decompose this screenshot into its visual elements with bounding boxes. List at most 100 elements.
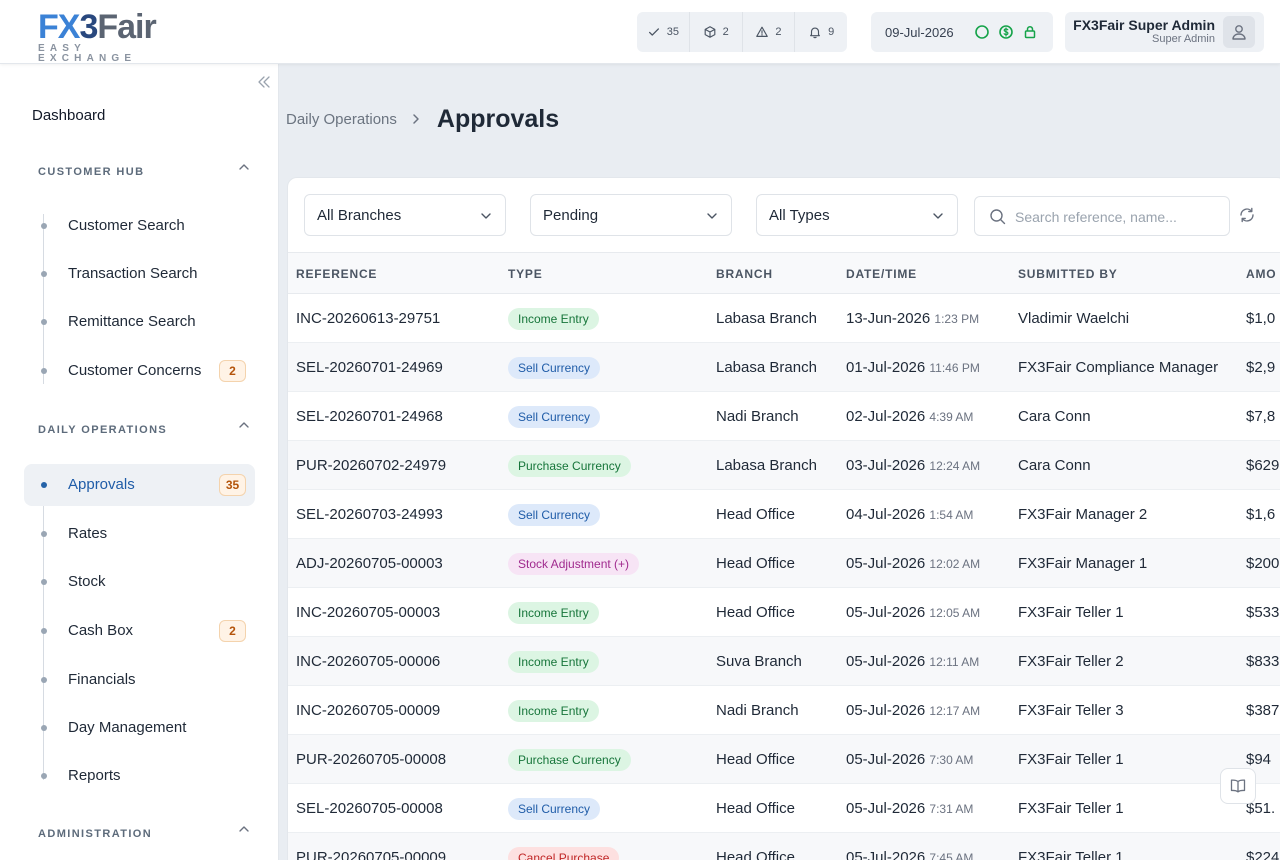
alerts-counter[interactable]: 2 <box>743 12 796 52</box>
column-header-datetime[interactable]: DATE/TIME <box>846 267 917 281</box>
count-badge: 2 <box>219 360 246 382</box>
table-row[interactable]: ADJ-20260705-00003 Stock Adjustment (+) He… <box>288 539 1280 588</box>
date-text: 05-Jul-2026 <box>846 849 926 860</box>
refresh-icon[interactable] <box>1238 206 1256 224</box>
time-text: 12:05 AM <box>929 606 981 620</box>
help-docs-button[interactable] <box>1220 768 1256 804</box>
chevron-down-icon <box>707 213 717 219</box>
table-row[interactable]: INC-20260705-00006 Income Entry Suva Branc… <box>288 637 1280 686</box>
user-name: FX3Fair Super Admin <box>1073 17 1215 33</box>
nav-dot <box>41 223 47 229</box>
amount-cell: $2,9 <box>1246 359 1276 376</box>
sidebar-item-remittance-search[interactable]: Remittance Search <box>24 301 255 343</box>
type-badge: Purchase Currency <box>508 749 631 771</box>
chevron-up-icon[interactable] <box>237 822 251 836</box>
reference-cell[interactable]: INC-20260705-00009 <box>296 702 440 719</box>
type-badge: Cancel Purchase <box>508 847 620 860</box>
reference-cell[interactable]: PUR-20260705-00008 <box>296 751 446 768</box>
approvals-counter[interactable]: 35 <box>637 12 690 52</box>
section-daily-operations[interactable]: DAILY OPERATIONS <box>38 424 167 436</box>
date-text: 01-Jul-2026 <box>846 359 926 376</box>
breadcrumb-parent-link[interactable]: Daily Operations <box>286 111 397 128</box>
table-row[interactable]: PUR-20260702-24979 Purchase Currency Labas… <box>288 441 1280 490</box>
section-administration[interactable]: ADMINISTRATION <box>38 828 152 840</box>
sidebar-item-transaction-search[interactable]: Transaction Search <box>24 253 255 295</box>
submitted-by-cell: FX3Fair Compliance Manager <box>1018 359 1219 376</box>
column-header-branch[interactable]: BRANCH <box>716 267 773 281</box>
chevron-up-icon[interactable] <box>237 160 251 174</box>
table-row[interactable]: PUR-20260705-00009 Cancel Purchase Head Of… <box>288 833 1280 860</box>
branch-filter-select[interactable]: All Branches <box>304 194 506 236</box>
submitted-by-cell: FX3Fair Teller 1 <box>1018 604 1124 621</box>
search-input[interactable] <box>1015 206 1215 228</box>
reference-cell[interactable]: SEL-20260701-24969 <box>296 359 443 376</box>
reference-cell[interactable]: PUR-20260702-24979 <box>296 457 446 474</box>
lock-icon <box>1024 25 1035 39</box>
submitted-by-cell: FX3Fair Teller 1 <box>1018 751 1124 768</box>
datetime-cell: 05-Jul-2026 7:30 AM <box>846 751 973 768</box>
sidebar-item-label: Transaction Search <box>68 265 198 282</box>
sidebar-item-customer-search[interactable]: Customer Search <box>24 205 255 247</box>
table-row[interactable]: SEL-20260701-24968 Sell Currency Nadi Bran… <box>288 392 1280 441</box>
amount-cell: $1,0 <box>1246 310 1276 327</box>
reference-cell[interactable]: ADJ-20260705-00003 <box>296 555 443 572</box>
type-badge: Sell Currency <box>508 406 601 428</box>
sidebar-item-customer-concerns[interactable]: Customer Concerns 2 <box>24 350 255 392</box>
sidebar-item-financials[interactable]: Financials <box>24 659 255 701</box>
table-row[interactable]: PUR-20260705-00008 Purchase Currency Head … <box>288 735 1280 784</box>
type-badge: Income Entry <box>508 700 599 722</box>
date-text: 05-Jul-2026 <box>846 800 926 817</box>
time-text: 7:30 AM <box>929 753 974 767</box>
date-text: 02-Jul-2026 <box>846 408 926 425</box>
amount-cell: $833 <box>1246 653 1280 670</box>
sidebar-item-cash-box[interactable]: Cash Box 2 <box>24 610 255 652</box>
submitted-by-cell: FX3Fair Manager 2 <box>1018 506 1148 523</box>
nav-dot <box>41 482 47 488</box>
sidebar-item-rates[interactable]: Rates <box>24 513 255 555</box>
table-row[interactable]: INC-20260705-00003 Income Entry Head Offic… <box>288 588 1280 637</box>
column-header-reference[interactable]: REFERENCE <box>296 267 377 281</box>
column-header-submitted-by[interactable]: SUBMITTED BY <box>1018 267 1118 281</box>
chevron-up-icon[interactable] <box>237 418 251 432</box>
column-header-type[interactable]: TYPE <box>508 267 543 281</box>
table-row[interactable]: SEL-20260701-24969 Sell Currency Labasa Br… <box>288 343 1280 392</box>
reference-cell[interactable]: SEL-20260701-24968 <box>296 408 443 425</box>
sidebar-item-stock[interactable]: Stock <box>24 561 255 603</box>
collapse-sidebar-icon[interactable] <box>256 74 272 90</box>
reference-cell[interactable]: INC-20260705-00003 <box>296 604 440 621</box>
stock-counter[interactable]: 2 <box>690 12 743 52</box>
reference-cell[interactable]: SEL-20260705-00008 <box>296 800 443 817</box>
type-badge: Income Entry <box>508 651 599 673</box>
amount-cell: $533 <box>1246 604 1280 621</box>
date-text: 03-Jul-2026 <box>846 457 926 474</box>
logo-tagline: EASY EXCHANGE <box>38 43 137 64</box>
status-filter-select[interactable]: Pending <box>530 194 732 236</box>
type-filter-select[interactable]: All Types <box>756 194 958 236</box>
table-row[interactable]: SEL-20260703-24993 Sell Currency Head Offi… <box>288 490 1280 539</box>
reference-cell[interactable]: INC-20260613-29751 <box>296 310 440 327</box>
sidebar-item-dashboard[interactable]: Dashboard <box>32 107 105 124</box>
datetime-cell: 04-Jul-2026 1:54 AM <box>846 506 973 523</box>
table-row[interactable]: SEL-20260705-00008 Sell Currency Head Offi… <box>288 784 1280 833</box>
time-text: 1:23 PM <box>934 312 980 326</box>
table-row[interactable]: INC-20260613-29751 Income Entry Labasa Bra… <box>288 294 1280 343</box>
branch-cell: Labasa Branch <box>716 310 817 327</box>
user-menu[interactable]: FX3Fair Super Admin Super Admin <box>1065 12 1264 52</box>
avatar[interactable] <box>1223 16 1255 48</box>
reference-cell[interactable]: SEL-20260703-24993 <box>296 506 443 523</box>
count-badge: 35 <box>219 474 246 496</box>
reference-cell[interactable]: INC-20260705-00006 <box>296 653 440 670</box>
type-filter-value: All Types <box>769 207 830 224</box>
brand-logo[interactable]: FX3Fair EASY EXCHANGE <box>38 10 188 64</box>
sidebar-item-approvals[interactable]: Approvals 35 <box>24 464 255 506</box>
sidebar-item-day-management[interactable]: Day Management <box>24 707 255 749</box>
section-customer-hub[interactable]: CUSTOMER HUB <box>38 166 144 178</box>
branch-cell: Labasa Branch <box>716 359 817 376</box>
table-row[interactable]: INC-20260705-00009 Income Entry Nadi Branc… <box>288 686 1280 735</box>
column-header-amount[interactable]: AMO <box>1246 267 1276 281</box>
notifications-counter[interactable]: 9 <box>795 12 847 52</box>
reference-cell[interactable]: PUR-20260705-00009 <box>296 849 446 860</box>
sidebar-item-reports[interactable]: Reports <box>24 755 255 797</box>
branch-cell: Suva Branch <box>716 653 802 670</box>
user-role: Super Admin <box>1152 33 1215 45</box>
